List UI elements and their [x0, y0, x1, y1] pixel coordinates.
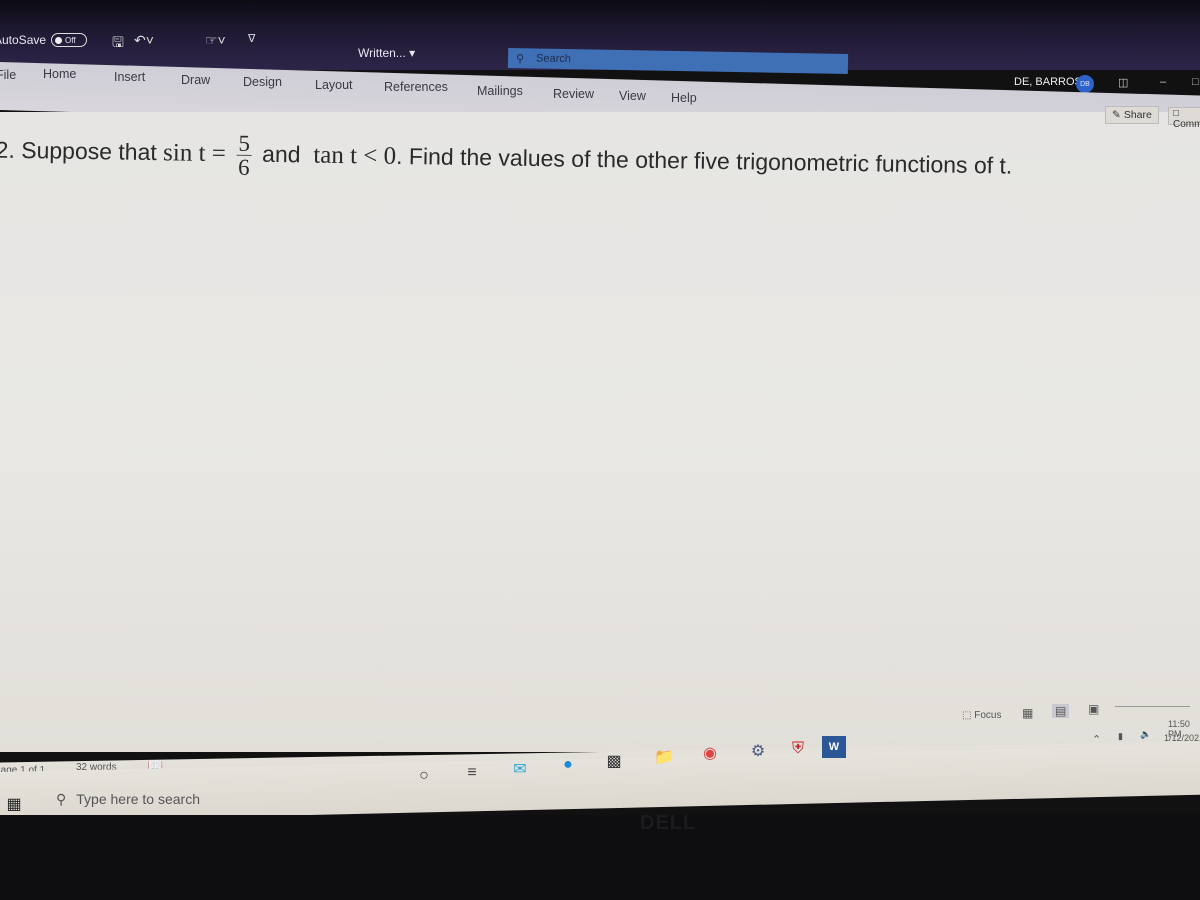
document-title[interactable]: Written... ▾ [358, 46, 415, 60]
fraction: 5 6 [236, 130, 253, 180]
volume-icon[interactable]: 🔈 [1140, 729, 1151, 740]
undo-icon[interactable]: ↶˅ [134, 32, 154, 49]
tab-insert[interactable]: Insert [114, 70, 145, 84]
tab-home[interactable]: Home [43, 67, 76, 81]
tan-expression: tan t < 0 [313, 141, 397, 170]
share-icon: ✎ [1112, 109, 1121, 121]
settings-icon[interactable]: ⚙ [746, 740, 770, 762]
tab-view[interactable]: View [619, 89, 646, 103]
question-number: 2. [0, 136, 16, 163]
ribbon-display-icon[interactable]: ◫ [1118, 76, 1128, 89]
task-view-icon[interactable]: ≡ [460, 762, 484, 784]
taskbar-search-input[interactable]: ⚲ Type here to search [40, 784, 430, 814]
tab-references[interactable]: References [384, 80, 448, 94]
fraction-denominator: 6 [237, 154, 250, 180]
tab-layout[interactable]: Layout [315, 78, 353, 92]
sin-expression: sin t = [162, 139, 227, 168]
chrome-icon[interactable]: ◉ [698, 742, 722, 764]
conjunction: and [261, 140, 301, 168]
clock-date[interactable]: 1/12/2021 [1164, 733, 1200, 743]
tab-review[interactable]: Review [553, 87, 594, 101]
save-icon[interactable]: 🖫 [112, 32, 124, 56]
zoom-slider[interactable] [1115, 706, 1190, 707]
tray-overflow-icon[interactable]: ⌃ [1092, 733, 1101, 746]
minimize-button[interactable]: – [1160, 76, 1166, 88]
tab-draw[interactable]: Draw [181, 73, 210, 87]
web-layout-icon[interactable]: ▣ [1088, 702, 1099, 716]
store-icon[interactable]: ▩ [602, 750, 626, 772]
share-button[interactable]: ✎ Share [1105, 106, 1159, 124]
avatar[interactable]: DB [1076, 75, 1094, 93]
search-icon: ⚲ [56, 790, 67, 807]
mail-icon[interactable]: ✉ [508, 758, 532, 780]
touch-mode-icon[interactable]: ☞˅ [205, 32, 226, 49]
dell-logo: DELL [640, 812, 697, 834]
question-intro: Suppose that [21, 136, 157, 166]
customize-toolbar-icon[interactable]: ∇ [248, 32, 255, 45]
autosave-toggle[interactable]: Off [51, 33, 88, 47]
title-bar: AutoSave Off 🖫 ↶˅ ☞˅ ∇ Written... ▾ ⚲ Se… [0, 0, 1200, 93]
print-layout-icon[interactable]: ▤ [1052, 704, 1070, 718]
edge-icon[interactable]: ● [556, 754, 580, 776]
cortana-icon[interactable]: ○ [412, 765, 436, 787]
windows-start-icon[interactable]: ▦ [2, 793, 26, 815]
document-canvas[interactable] [0, 112, 1200, 752]
tab-help[interactable]: Help [671, 91, 697, 105]
focus-button[interactable]: ⬚ Focus [962, 710, 1001, 721]
read-mode-icon[interactable]: ▦ [1022, 706, 1033, 720]
tab-mailings[interactable]: Mailings [477, 84, 523, 98]
word-icon[interactable]: W [822, 736, 846, 758]
user-name: DE, BARROS. [1014, 76, 1085, 88]
comments-button[interactable]: □ Comments [1168, 107, 1200, 130]
search-icon: ⚲ [515, 52, 525, 65]
autosave-control[interactable]: AutoSave Off [0, 33, 88, 47]
autosave-label: AutoSave [0, 33, 47, 47]
search-input[interactable]: ⚲ Search [507, 48, 849, 74]
fraction-numerator: 5 [236, 130, 253, 157]
battery-icon[interactable]: ▮ [1118, 731, 1123, 742]
tab-design[interactable]: Design [243, 75, 282, 89]
mcafee-icon[interactable]: ⛨ [786, 738, 810, 760]
file-explorer-icon[interactable]: 📁 [652, 746, 676, 768]
monitor-bezel [0, 815, 1200, 900]
tab-file[interactable]: File [0, 68, 16, 82]
maximize-button[interactable]: □ [1192, 76, 1199, 88]
comment-icon: □ [1173, 108, 1180, 119]
question-rest: . Find the values of the other five trig… [395, 142, 1013, 179]
